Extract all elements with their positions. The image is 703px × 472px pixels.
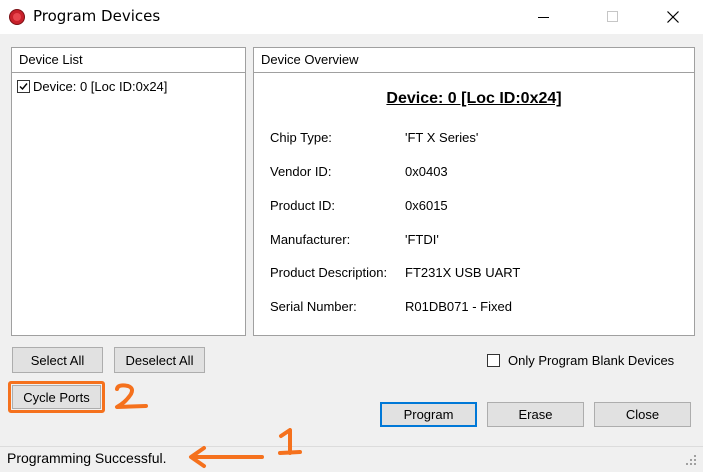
manufacturer-label: Manufacturer:	[270, 232, 351, 247]
serial-number-value: R01DB071 - Fixed	[405, 299, 512, 314]
annotation-arrow	[186, 445, 266, 472]
maximize-button[interactable]	[590, 0, 636, 34]
device-list-item-label: Device: 0 [Loc ID:0x24]	[33, 79, 168, 94]
serial-number-label: Serial Number:	[270, 299, 357, 314]
only-program-blank-checkbox[interactable]	[487, 354, 500, 367]
minimize-button[interactable]	[521, 0, 567, 34]
product-id-value: 0x6015	[405, 198, 448, 213]
checkmark-icon	[19, 83, 28, 91]
only-program-blank-option[interactable]: Only Program Blank Devices	[487, 353, 674, 368]
window-title: Program Devices	[33, 7, 161, 25]
annotation-marker-2	[114, 382, 150, 415]
device-list-panel: Device List Device: 0 [Loc ID:0x24]	[11, 47, 246, 336]
chip-type-value: 'FT X Series'	[405, 130, 479, 145]
minimize-icon	[538, 17, 549, 18]
erase-button[interactable]: Erase	[487, 402, 584, 427]
close-window-button[interactable]	[650, 0, 696, 34]
deselect-all-button[interactable]: Deselect All	[114, 347, 205, 373]
device-overview-title: Device: 0 [Loc ID:0x24]	[386, 90, 562, 107]
product-description-value: FT231X USB UART	[405, 265, 521, 280]
select-all-button[interactable]: Select All	[12, 347, 103, 373]
chip-type-label: Chip Type:	[270, 130, 332, 145]
manufacturer-value: 'FTDI'	[405, 232, 439, 247]
product-description-label: Product Description:	[270, 265, 388, 280]
maximize-icon	[607, 11, 618, 22]
resize-grip-icon[interactable]	[684, 453, 698, 470]
device-checkbox[interactable]	[17, 80, 30, 93]
app-icon	[9, 9, 25, 25]
device-overview-panel: Device Overview Device: 0 [Loc ID:0x24] …	[253, 47, 695, 336]
device-list-item[interactable]: Device: 0 [Loc ID:0x24]	[17, 79, 167, 94]
only-program-blank-label: Only Program Blank Devices	[508, 353, 675, 368]
program-button[interactable]: Program	[380, 402, 477, 427]
vendor-id-label: Vendor ID:	[270, 164, 332, 179]
device-list-header: Device List	[12, 48, 245, 73]
title-bar: Program Devices	[0, 0, 703, 34]
cycle-ports-button[interactable]: Cycle Ports	[12, 385, 101, 409]
product-id-label: Product ID:	[270, 198, 336, 213]
close-button[interactable]: Close	[594, 402, 691, 427]
annotation-marker-1	[275, 428, 305, 461]
close-icon	[667, 11, 679, 23]
status-text: Programming Successful.	[7, 450, 167, 466]
device-overview-header: Device Overview	[254, 48, 694, 73]
vendor-id-value: 0x0403	[405, 164, 448, 179]
